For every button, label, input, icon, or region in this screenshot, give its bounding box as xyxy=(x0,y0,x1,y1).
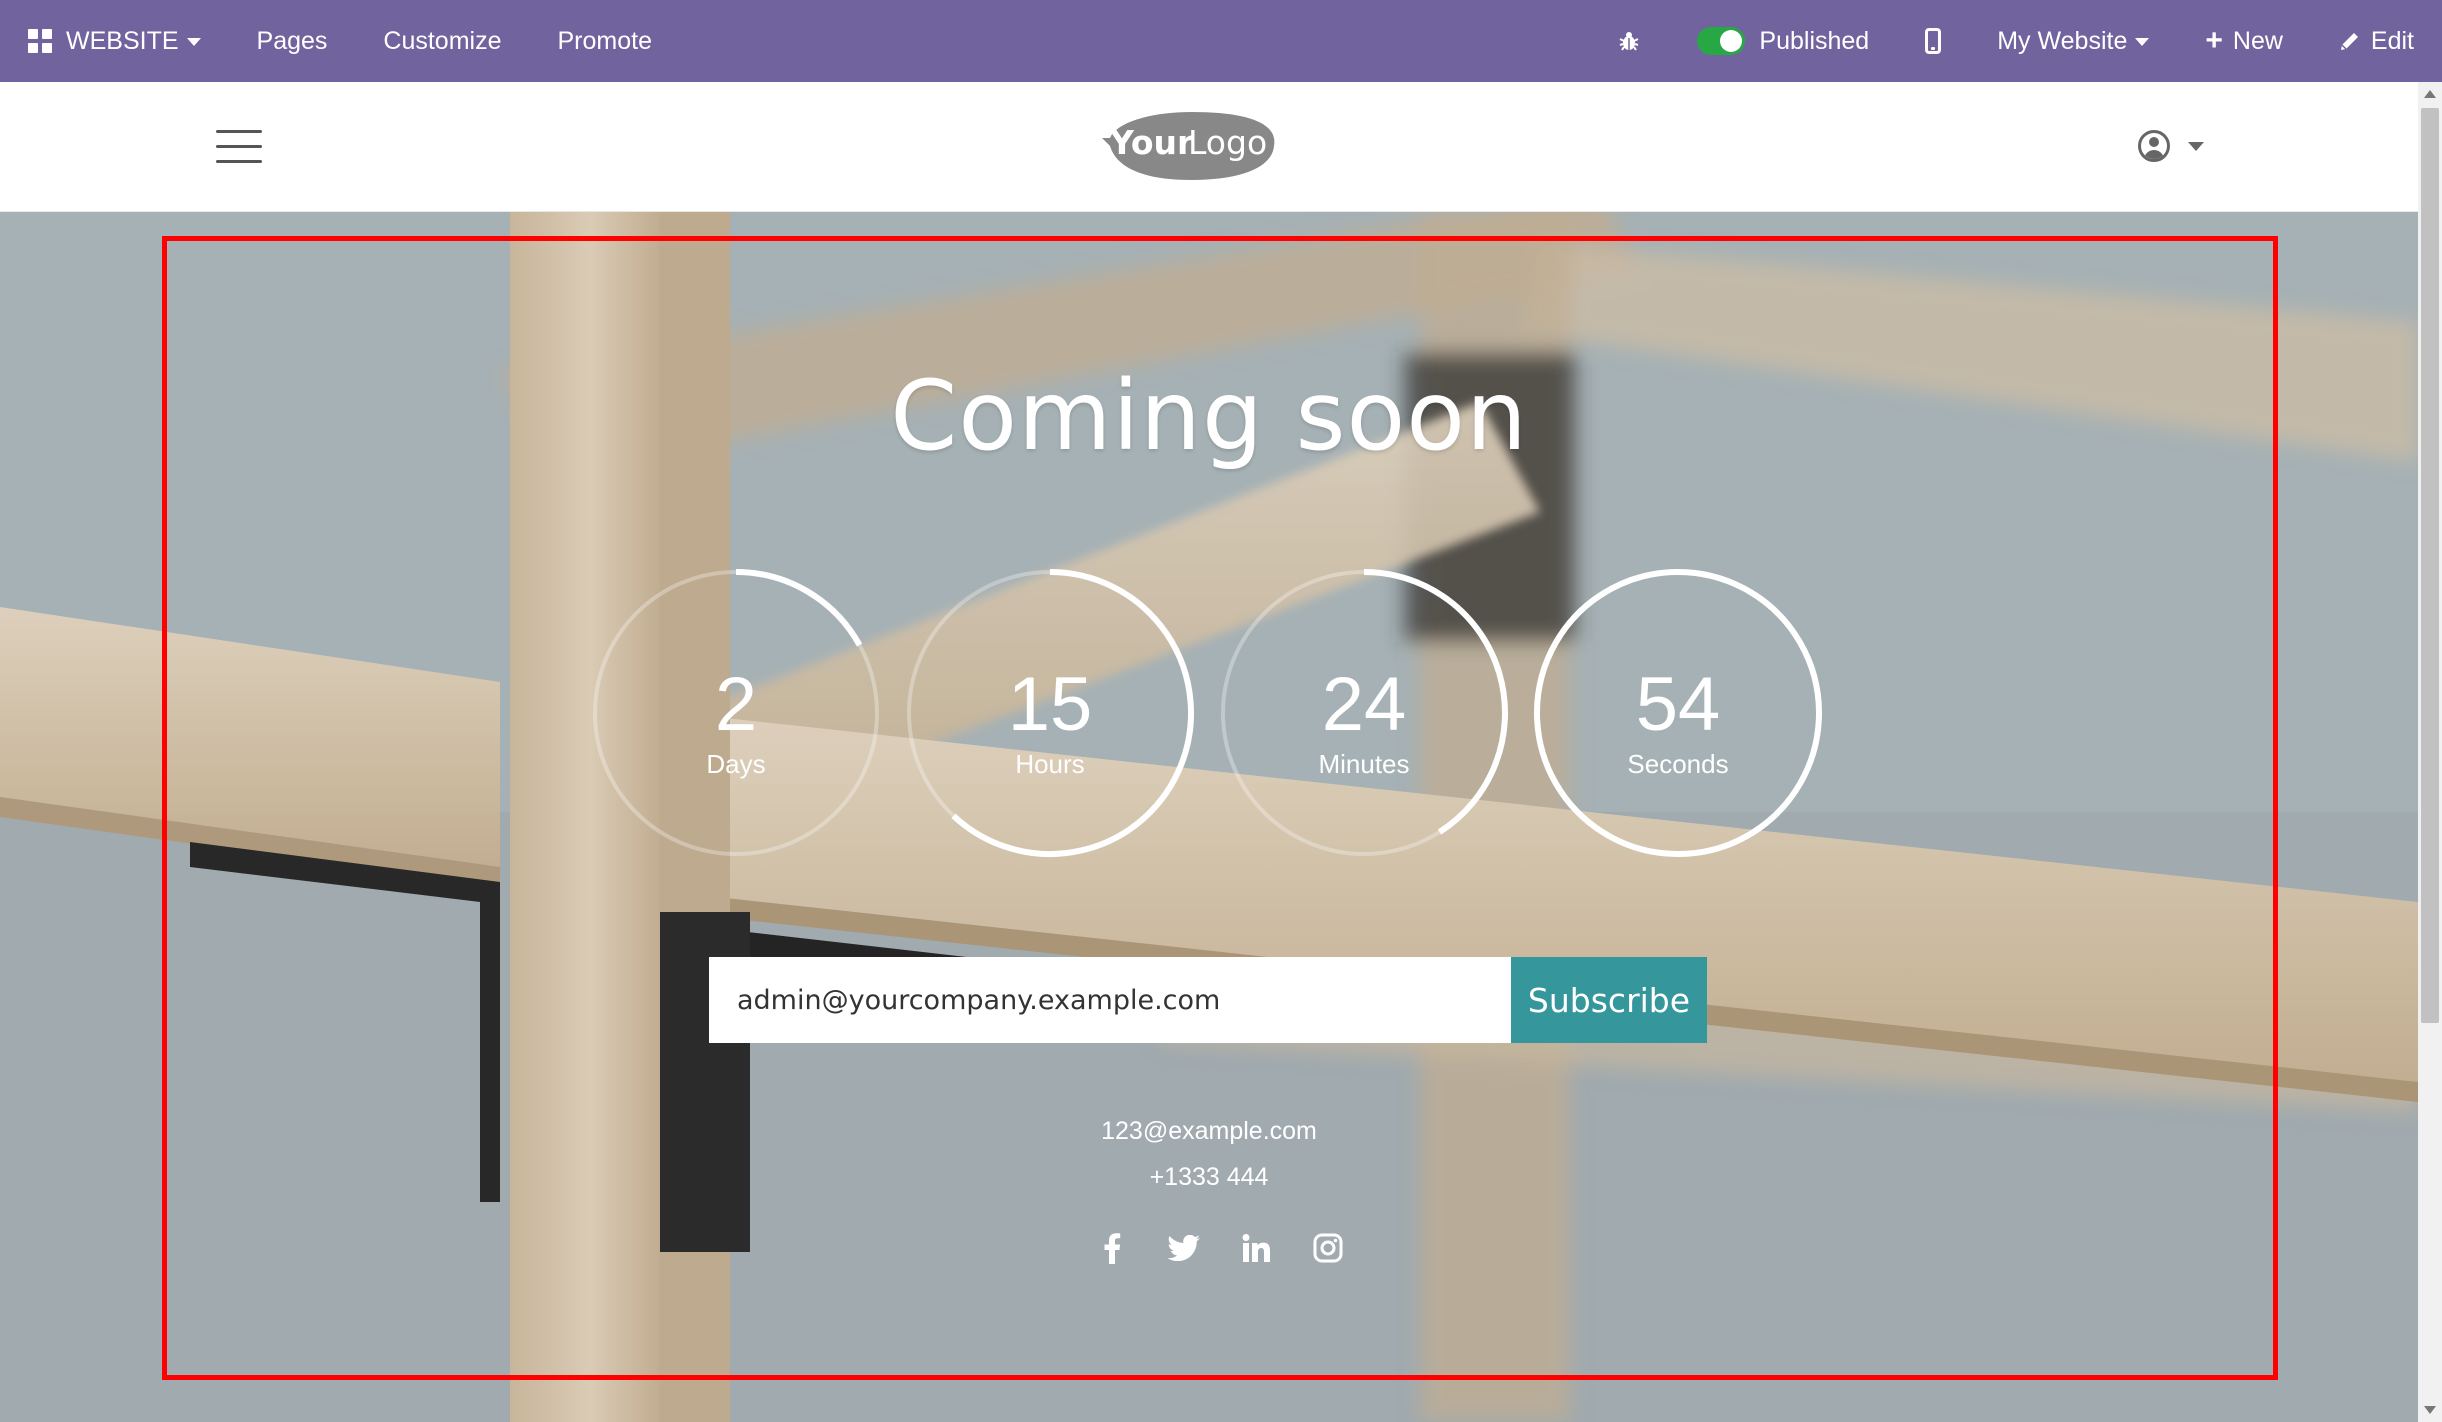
apps-grid-icon xyxy=(28,29,52,53)
days-label: Days xyxy=(706,749,766,779)
scroll-thumb[interactable] xyxy=(2421,108,2439,1023)
hours-label: Hours xyxy=(1015,749,1085,779)
logo-text-bold: Your xyxy=(1109,123,1194,162)
publish-toggle[interactable]: Published xyxy=(1669,0,1897,82)
seconds-value: 54 xyxy=(1635,662,1721,747)
website-switcher[interactable]: My Website xyxy=(1969,0,2177,82)
countdown-days: 2 Days xyxy=(590,567,882,859)
coming-soon-section: Coming soon 2 Days 15 Hours 24 Minutes 5… xyxy=(0,212,2418,1422)
facebook-icon[interactable] xyxy=(1092,1228,1132,1268)
new-button[interactable]: + New xyxy=(2177,0,2311,82)
user-account-menu[interactable] xyxy=(2138,130,2204,162)
days-value: 2 xyxy=(714,662,758,747)
pencil-icon xyxy=(2340,33,2358,50)
caret-down-icon xyxy=(186,38,201,46)
twitter-icon[interactable] xyxy=(1164,1228,1204,1268)
toggle-switch[interactable] xyxy=(1697,27,1746,55)
edit-label: Edit xyxy=(2370,26,2414,55)
linkedin-icon[interactable] xyxy=(1236,1228,1276,1268)
countdown-timer: 2 Days 15 Hours 24 Minutes 54 Seconds xyxy=(590,567,1824,859)
contact-phone: +1333 444 xyxy=(1149,1163,1269,1191)
admin-navbar: WEBSITE Pages Customize Promote Publishe… xyxy=(0,0,2442,82)
bug-icon xyxy=(1619,32,1639,51)
scroll-down-icon[interactable] xyxy=(2424,1406,2436,1414)
mobile-icon xyxy=(1925,28,1942,54)
coming-soon-title: Coming soon xyxy=(890,360,1528,472)
contact-email[interactable]: 123@example.com xyxy=(0,1117,2418,1146)
social-links xyxy=(1092,1228,1348,1268)
countdown-hours: 15 Hours xyxy=(904,567,1196,859)
logo-text-light: Logo xyxy=(1188,123,1267,162)
site-logo[interactable]: Your Logo xyxy=(1100,108,1278,184)
website-app-menu[interactable]: WEBSITE xyxy=(0,0,229,82)
debug-button[interactable] xyxy=(1589,0,1669,82)
published-label: Published xyxy=(1759,26,1870,55)
countdown-minutes: 24 Minutes xyxy=(1218,567,1510,859)
plus-icon: + xyxy=(2205,24,2223,57)
hours-value: 15 xyxy=(1007,662,1093,747)
promote-menu[interactable]: Promote xyxy=(530,0,680,82)
user-avatar-icon xyxy=(2138,130,2170,162)
hamburger-menu-icon[interactable] xyxy=(216,128,262,164)
email-input[interactable] xyxy=(709,957,1511,1043)
site-header: Your Logo xyxy=(0,82,2418,212)
website-switcher-label: My Website xyxy=(1997,26,2128,55)
seconds-label: Seconds xyxy=(1627,749,1729,779)
caret-down-icon xyxy=(2188,141,2204,151)
caret-down-icon xyxy=(2135,38,2150,46)
countdown-seconds: 54 Seconds xyxy=(1532,567,1824,859)
minutes-label: Minutes xyxy=(1318,749,1410,779)
new-label: New xyxy=(2232,26,2283,55)
mobile-preview-button[interactable] xyxy=(1897,0,1969,82)
instagram-icon[interactable] xyxy=(1308,1228,1348,1268)
page-scrollbar[interactable] xyxy=(2418,82,2442,1422)
subscribe-button[interactable]: Subscribe xyxy=(1511,957,1707,1043)
edit-button[interactable]: Edit xyxy=(2311,0,2418,82)
scroll-up-icon[interactable] xyxy=(2424,90,2436,98)
pages-menu[interactable]: Pages xyxy=(229,0,356,82)
website-app-label: WEBSITE xyxy=(66,26,179,55)
newsletter-form: Subscribe xyxy=(709,957,1707,1043)
minutes-value: 24 xyxy=(1321,662,1407,747)
customize-menu[interactable]: Customize xyxy=(355,0,529,82)
